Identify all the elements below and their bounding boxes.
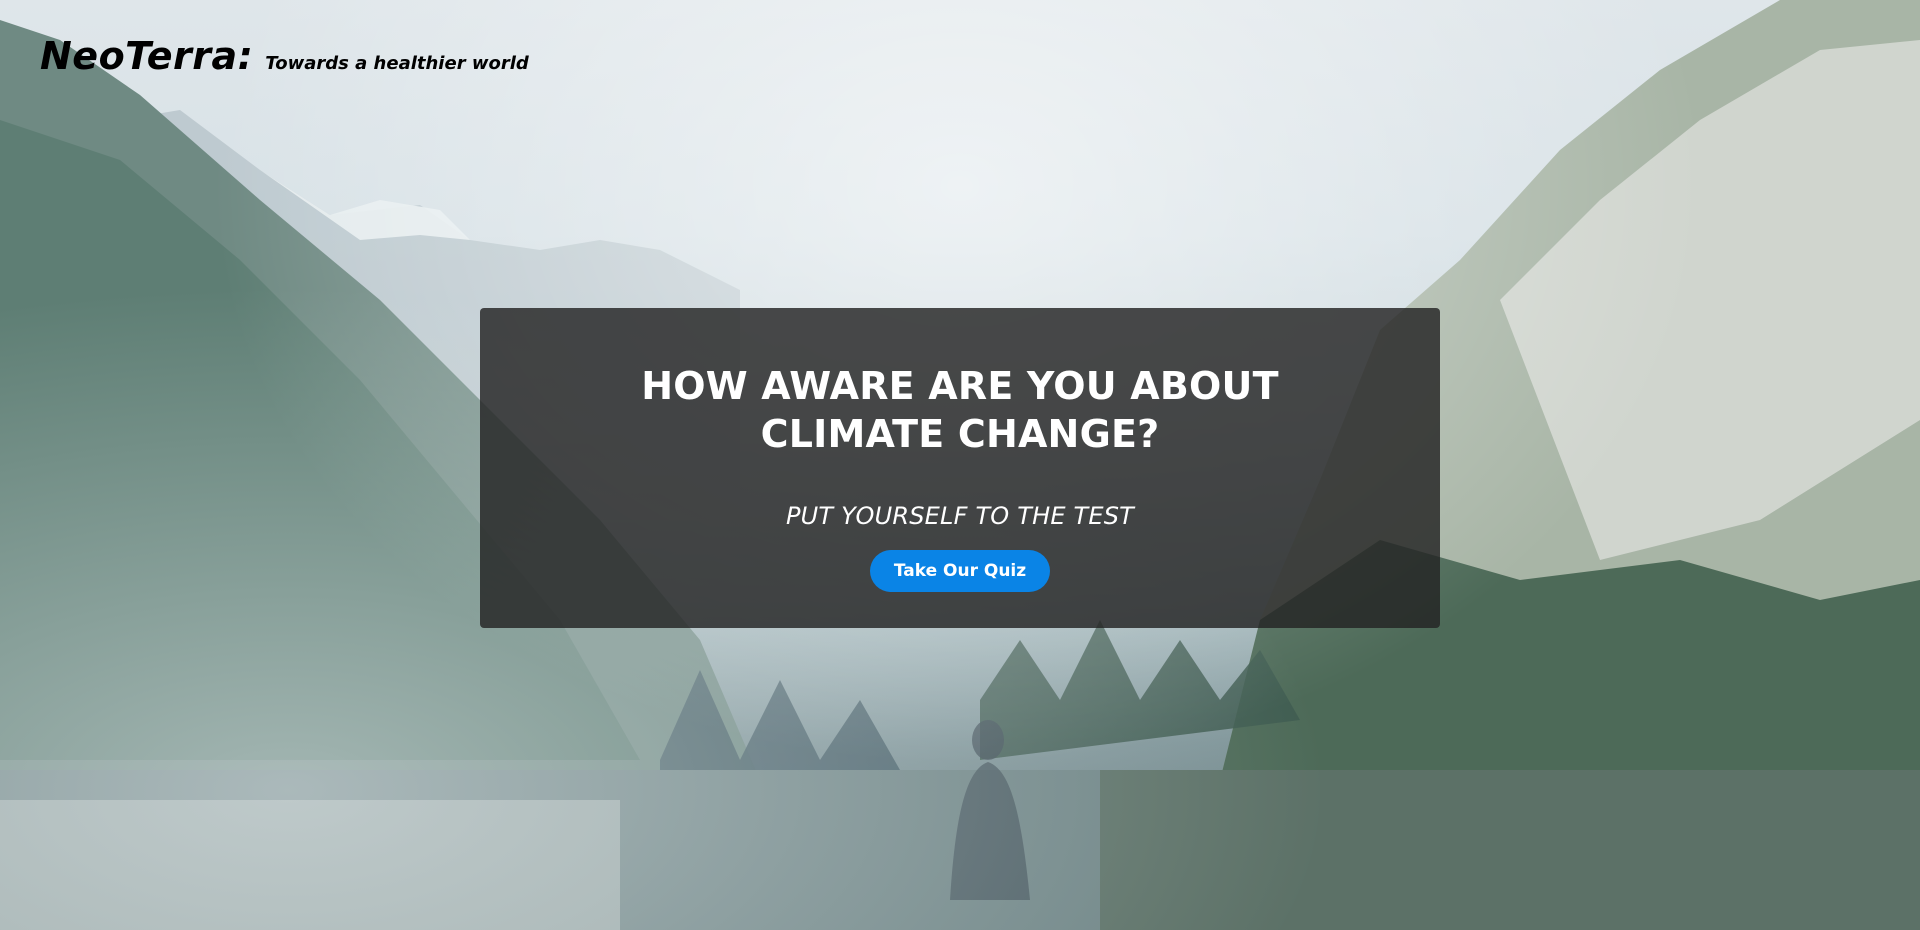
landing-page: NeoTerra: Towards a healthier world HOW …: [0, 0, 1920, 930]
hero-card: HOW AWARE ARE YOU ABOUT CLIMATE CHANGE? …: [480, 308, 1440, 628]
hero-title: HOW AWARE ARE YOU ABOUT CLIMATE CHANGE?: [641, 364, 1279, 456]
brand-name: NeoTerra:: [40, 34, 254, 78]
brand: NeoTerra: Towards a healthier world: [40, 34, 529, 78]
take-quiz-button[interactable]: Take Our Quiz: [869, 550, 1051, 592]
brand-tagline: Towards a healthier world: [265, 53, 529, 74]
hero-subtitle: PUT YOURSELF TO THE TEST: [785, 502, 1135, 530]
